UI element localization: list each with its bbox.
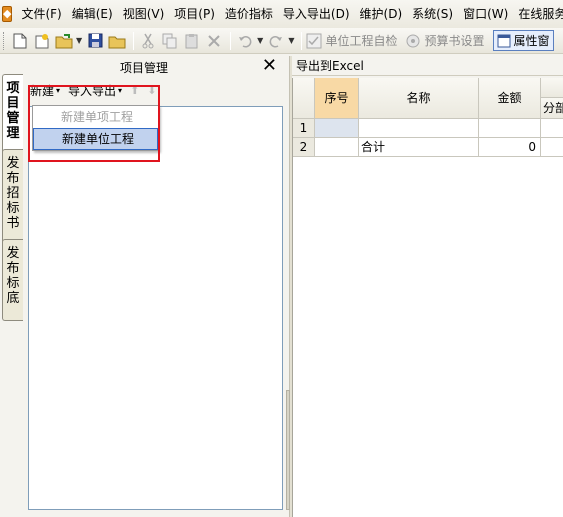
toolbar-separator [230, 31, 232, 50]
menu-project[interactable]: 项目(P) [169, 4, 220, 24]
menu-import-export[interactable]: 导入导出(D) [278, 4, 355, 24]
menu-bar: ◆ 文件(F) 编辑(E) 视图(V) 项目(P) 造价指标 导入导出(D) 维… [0, 0, 563, 28]
save-icon[interactable] [85, 31, 105, 51]
column-header-seq[interactable]: 序号 [315, 78, 359, 119]
grid-corner[interactable] [293, 78, 315, 119]
settings-gear-icon [406, 34, 420, 47]
side-tabs: 项目管理 发布招标书 发布标底 [0, 56, 24, 517]
table-cell[interactable]: 合计 [359, 138, 479, 157]
toolbar-separator [133, 31, 135, 50]
tab-project-management[interactable]: 项目管理 [2, 74, 23, 160]
table-cell[interactable] [315, 119, 359, 138]
menu-window[interactable]: 窗口(W) [458, 4, 513, 24]
redo-icon[interactable] [266, 31, 286, 51]
cut-icon[interactable] [138, 31, 158, 51]
menu-file[interactable]: 文件(F) [16, 4, 66, 24]
close-icon[interactable]: ✕ [262, 56, 277, 76]
menu-system[interactable]: 系统(S) [407, 4, 458, 24]
column-header-amount[interactable]: 金额 [479, 78, 541, 119]
menu-edit[interactable]: 编辑(E) [67, 4, 118, 24]
annotation-highlight-box [28, 85, 160, 162]
column-header-group[interactable] [541, 78, 563, 98]
row-header[interactable]: 1 [293, 119, 315, 138]
undo-dropdown-icon[interactable]: ▼ [257, 36, 263, 45]
paste-icon[interactable] [182, 31, 202, 51]
column-header-partial[interactable]: 分部 [541, 98, 563, 119]
toolbar-separator [301, 31, 303, 50]
copy-icon[interactable] [160, 31, 180, 51]
budget-grid-panel: 导出到Excel 序号 名称 金额 分部 1 2 合计 0 [292, 56, 563, 517]
tab-publish-base-price-label: 发布标底 [6, 246, 20, 306]
budget-grid: 序号 名称 金额 分部 1 2 合计 0 [292, 78, 563, 517]
menu-maintenance[interactable]: 维护(D) [355, 4, 408, 24]
export-excel-button[interactable]: 导出到Excel [296, 57, 364, 74]
tab-publish-base-price[interactable]: 发布标底 [2, 239, 23, 321]
grid-toolbar: 导出到Excel [292, 56, 563, 76]
project-tree[interactable] [28, 106, 283, 510]
splitter-handle[interactable] [286, 390, 290, 510]
table-cell[interactable]: 0 [479, 138, 541, 157]
delete-icon[interactable] [204, 31, 224, 51]
table-cell[interactable] [479, 119, 541, 138]
main-toolbar: ▼ ▼ ▼ 单位工程自检 预算书设置 属性窗 [0, 28, 563, 54]
column-header-name[interactable]: 名称 [359, 78, 479, 119]
menu-cost-index[interactable]: 造价指标 [220, 4, 278, 24]
redo-dropdown-icon[interactable]: ▼ [288, 36, 294, 45]
app-logo-icon: ◆ [2, 6, 13, 22]
budget-settings-label: 预算书设置 [424, 34, 485, 48]
menu-view[interactable]: 视图(V) [118, 4, 170, 24]
table-cell[interactable] [541, 119, 563, 138]
new-project-icon[interactable] [32, 31, 52, 51]
undo-icon[interactable] [235, 31, 255, 51]
properties-icon [497, 34, 510, 47]
new-file-icon[interactable] [10, 31, 30, 51]
open-dropdown-icon[interactable]: ▼ [76, 36, 82, 45]
tab-publish-tender[interactable]: 发布招标书 [2, 149, 23, 244]
open-folder-icon[interactable] [54, 31, 74, 51]
panel-header: 项目管理 ✕ [24, 56, 289, 78]
row-header[interactable]: 2 [293, 138, 315, 157]
unit-project-check-label: 单位工程自检 [325, 34, 398, 48]
menu-online-service[interactable]: 在线服务 [513, 4, 563, 24]
properties-window-button[interactable]: 属性窗 [492, 30, 554, 51]
table-cell[interactable] [359, 119, 479, 138]
checklist-icon [306, 33, 322, 48]
budget-settings-button[interactable]: 预算书设置 [405, 32, 485, 49]
toolbar-grip[interactable] [3, 31, 6, 50]
table-cell[interactable] [315, 138, 359, 157]
panel-title: 项目管理 [119, 61, 168, 75]
open-icon[interactable] [107, 31, 127, 51]
tab-publish-tender-label: 发布招标书 [6, 156, 20, 231]
properties-window-label: 属性窗 [513, 34, 550, 48]
table-cell[interactable] [541, 138, 563, 157]
unit-project-check-button[interactable]: 单位工程自检 [306, 32, 397, 49]
tab-project-management-label: 项目管理 [6, 81, 20, 141]
